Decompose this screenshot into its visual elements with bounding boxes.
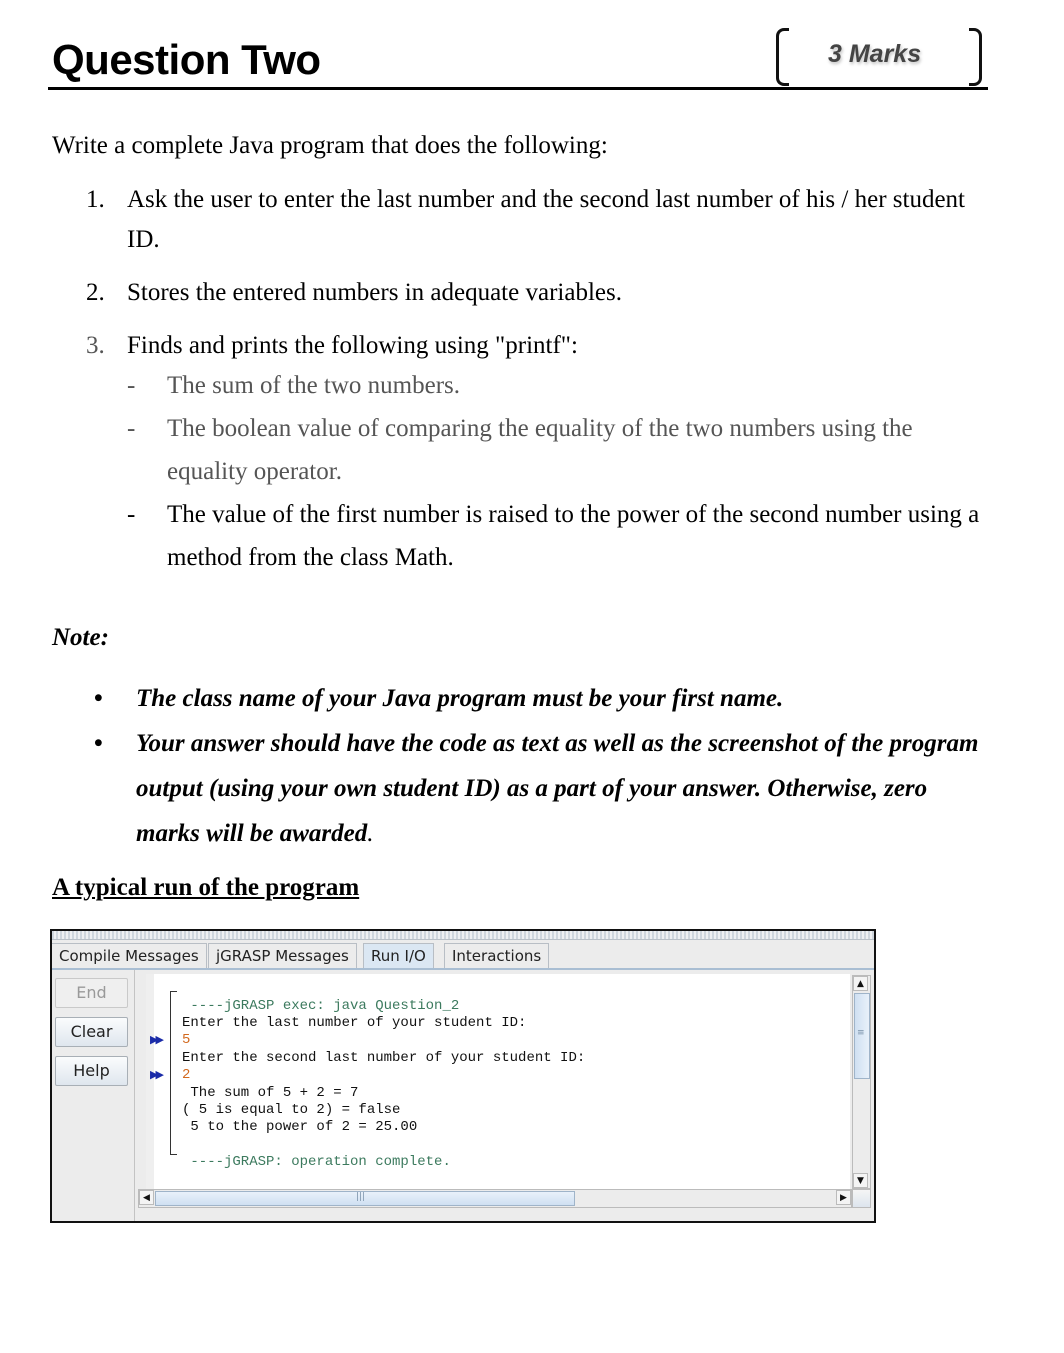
dash-marker: - [127, 372, 136, 399]
console-line: 5 to the power of 2 = 25.00 [182, 1119, 418, 1135]
message-tabs: Compile Messages jGRASP Messages Run I/O… [52, 941, 874, 970]
note-text: Your answer should have the code as text… [136, 730, 979, 847]
tab-compile-messages[interactable]: Compile Messages [52, 943, 207, 968]
run-io-console[interactable]: ▶▶ ▶▶ ----jGRASP exec: java Question_2 E… [146, 974, 850, 1189]
help-button[interactable]: Help [55, 1056, 128, 1086]
tab-interactions[interactable]: Interactions [444, 943, 550, 968]
bullet-icon: • [94, 685, 103, 712]
task-list: 1. Ask the user to enter the last number… [52, 180, 992, 579]
input-marker-icon: ▶▶ [150, 1033, 164, 1046]
dash-marker: - [127, 415, 136, 442]
note-label: Note: [52, 624, 109, 651]
left-bracket-icon [776, 28, 789, 86]
subtask-text: The sum of the two numbers. [167, 372, 461, 399]
control-panel: End Clear Help [52, 970, 135, 1221]
note-end-punctuation: . [367, 820, 374, 847]
window-title-strip [52, 931, 874, 940]
vertical-scroll-thumb[interactable]: ≡ [854, 993, 870, 1079]
grip-icon: ||| [356, 1192, 366, 1202]
console-line: Enter the last number of your student ID… [182, 1015, 527, 1031]
task-item: 1. Ask the user to enter the last number… [52, 180, 992, 260]
bullet-icon: • [94, 730, 103, 757]
console-input-line: 5 [182, 1032, 191, 1048]
subtask-item: - The boolean value of comparing the equ… [127, 407, 992, 493]
subtask-item: - The value of the first number is raise… [127, 493, 992, 579]
task-number: 3. [86, 332, 105, 359]
note-text: The class name of your Java program must… [136, 685, 784, 712]
subtask-text: The boolean value of comparing the equal… [167, 415, 913, 485]
console-line: Enter the second last number of your stu… [182, 1050, 586, 1066]
question-title: Question Two [52, 36, 321, 83]
run-bracket-icon [170, 991, 177, 1155]
scroll-down-icon[interactable]: ▼ [853, 1173, 868, 1188]
task-item: 2. Stores the entered numbers in adequat… [52, 273, 992, 313]
note-item: • The class name of your Java program mu… [52, 676, 992, 721]
right-bracket-icon [969, 28, 982, 86]
note-list: • The class name of your Java program mu… [52, 676, 992, 856]
task-item: 3. Finds and prints the following using … [52, 326, 992, 579]
question-header: Question Two 3 Marks [48, 28, 988, 90]
marks-badge: 3 Marks [776, 28, 982, 86]
task-number: 1. [86, 186, 105, 213]
horizontal-scrollbar[interactable]: ◀ ||| ▶ [138, 1189, 852, 1208]
scroll-right-icon[interactable]: ▶ [836, 1190, 851, 1205]
scroll-left-icon[interactable]: ◀ [139, 1190, 154, 1205]
note-item: • Your answer should have the code as te… [52, 721, 992, 856]
subtask-list: - The sum of the two numbers. - The bool… [127, 364, 992, 579]
task-text: Stores the entered numbers in adequate v… [127, 279, 622, 306]
console-line: The sum of 5 + 2 = 7 [182, 1085, 359, 1101]
clear-button[interactable]: Clear [55, 1017, 128, 1047]
task-text: Ask the user to enter the last number an… [127, 186, 965, 253]
intro-text: Write a complete Java program that does … [52, 132, 608, 159]
grip-icon: ≡ [857, 1028, 865, 1038]
tab-run-io[interactable]: Run I/O [363, 943, 434, 968]
scroll-corner [852, 1189, 871, 1208]
input-marker-icon: ▶▶ [150, 1068, 164, 1081]
task-number: 2. [86, 279, 105, 306]
dash-marker: - [127, 501, 136, 528]
subtask-text: The value of the first number is raised … [167, 501, 980, 571]
console-line: ( 5 is equal to 2) = false [182, 1102, 401, 1118]
console-line: ----jGRASP: operation complete. [182, 1154, 451, 1170]
vertical-scrollbar[interactable]: ▲ ≡ ▼ [852, 975, 871, 1189]
horizontal-scroll-thumb[interactable]: ||| [155, 1191, 575, 1206]
typical-run-heading: A typical run of the program [52, 874, 360, 901]
task-text: Finds and prints the following using "pr… [127, 332, 578, 359]
tab-jgrasp-messages[interactable]: jGRASP Messages [208, 943, 357, 968]
console-line: ----jGRASP exec: java Question_2 [182, 998, 460, 1014]
marks-label: 3 Marks [828, 40, 922, 68]
end-button[interactable]: End [55, 978, 128, 1008]
header-divider [48, 87, 988, 90]
scroll-up-icon[interactable]: ▲ [853, 976, 868, 991]
console-gutter [146, 974, 154, 1189]
console-input-line: 2 [182, 1067, 191, 1083]
jgrasp-window: Compile Messages jGRASP Messages Run I/O… [50, 929, 876, 1223]
subtask-item: - The sum of the two numbers. [127, 364, 992, 407]
